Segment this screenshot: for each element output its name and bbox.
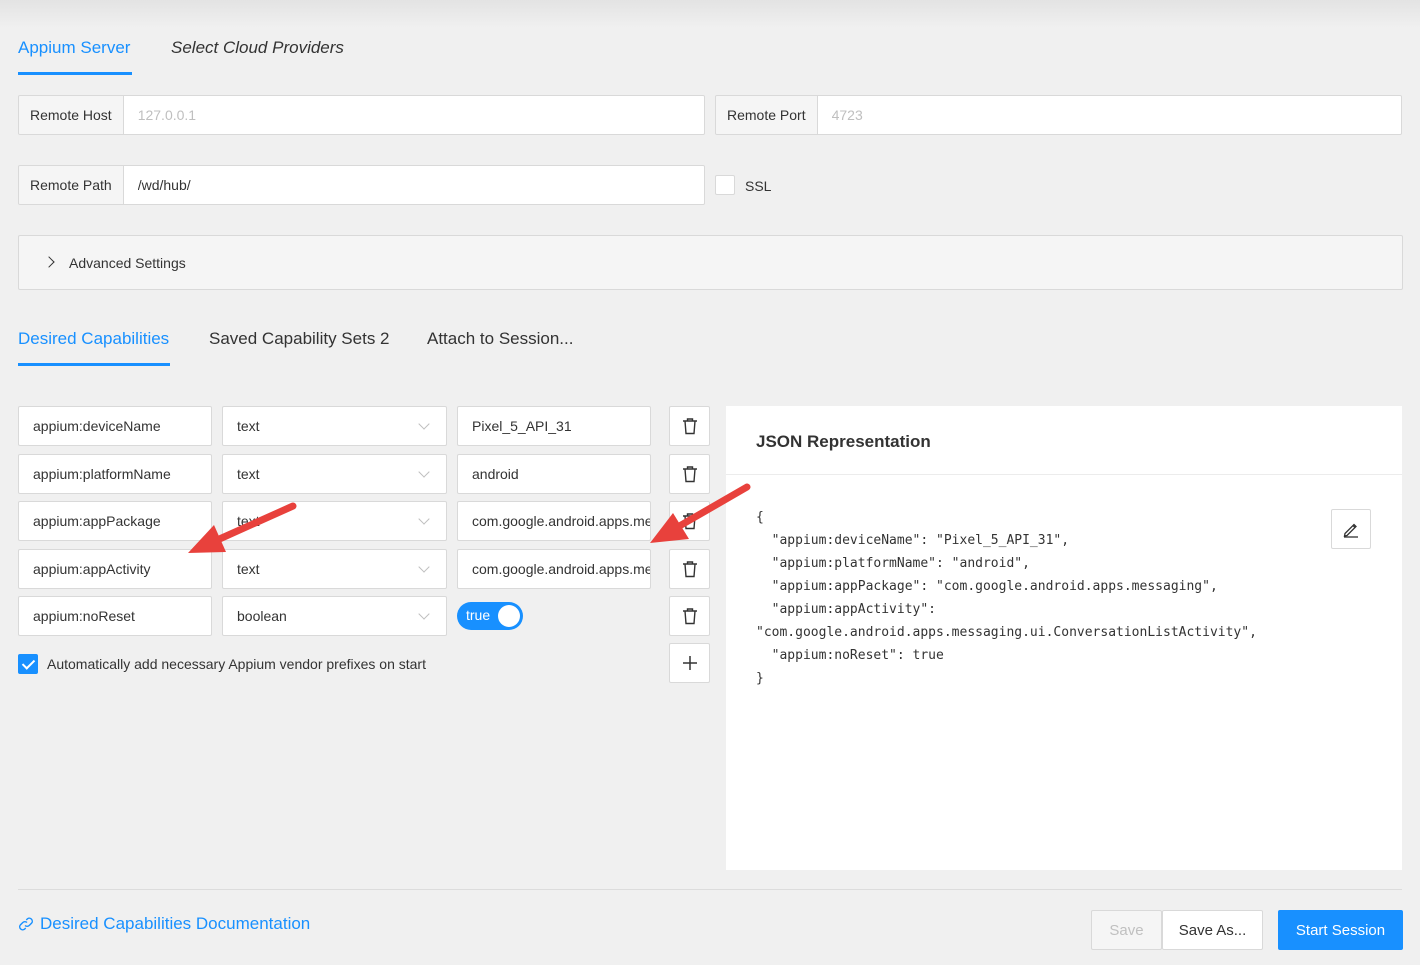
tab-active-underline	[18, 363, 170, 366]
chevron-down-icon	[418, 561, 430, 573]
chevron-down-icon	[418, 466, 430, 478]
delete-capability-button[interactable]	[669, 501, 710, 541]
capability-value-input[interactable]: android	[457, 454, 651, 494]
remote-host-group: Remote Host	[18, 95, 705, 135]
capability-value-input[interactable]: com.google.android.apps.messaging	[457, 501, 651, 541]
capability-name-input[interactable]: appium:appPackage	[18, 501, 212, 541]
tab-attach-to-session[interactable]: Attach to Session...	[427, 329, 573, 349]
ssl-label: SSL	[745, 178, 772, 194]
noreset-toggle[interactable]: true	[457, 602, 523, 630]
capability-type-value: text	[237, 561, 260, 577]
tab-active-underline	[18, 72, 132, 75]
footer-divider	[18, 889, 1402, 890]
tab-saved-capability-sets[interactable]: Saved Capability Sets 2	[209, 329, 390, 349]
trash-icon	[682, 561, 697, 578]
capability-value-input[interactable]: Pixel_5_API_31	[457, 406, 651, 446]
trash-icon	[682, 418, 697, 435]
tab-select-cloud-providers[interactable]: Select Cloud Providers	[171, 38, 344, 58]
delete-capability-button[interactable]	[669, 454, 710, 494]
json-representation-panel: JSON Representation { "appium:deviceName…	[726, 406, 1402, 870]
start-session-button[interactable]: Start Session	[1278, 910, 1403, 950]
delete-capability-button[interactable]	[669, 549, 710, 589]
tab-appium-server[interactable]: Appium Server	[18, 38, 130, 58]
link-icon	[19, 917, 33, 931]
delete-capability-button[interactable]	[669, 406, 710, 446]
capability-type-value: text	[237, 466, 260, 482]
advanced-settings-title: Advanced Settings	[69, 255, 186, 271]
capability-type-select[interactable]: text	[222, 406, 447, 446]
remote-host-input[interactable]	[123, 96, 704, 134]
chevron-down-icon	[418, 513, 430, 525]
auto-prefix-checkbox[interactable]	[18, 654, 38, 674]
chevron-down-icon	[418, 608, 430, 620]
save-as-button[interactable]: Save As...	[1162, 910, 1263, 950]
capability-name-input[interactable]: appium:platformName	[18, 454, 212, 494]
json-code: { "appium:deviceName": "Pixel_5_API_31",…	[756, 510, 1257, 686]
remote-path-group: Remote Path	[18, 165, 705, 205]
remote-port-input[interactable]	[817, 96, 1401, 134]
edit-json-button[interactable]	[1331, 509, 1371, 549]
save-button[interactable]: Save	[1091, 910, 1162, 950]
add-capability-button[interactable]	[669, 643, 710, 683]
json-divider	[726, 474, 1402, 475]
remote-path-label: Remote Path	[19, 166, 124, 204]
plus-icon	[682, 656, 697, 670]
capability-name-input[interactable]: appium:noReset	[18, 596, 212, 636]
remote-port-label: Remote Port	[716, 96, 818, 134]
trash-icon	[682, 608, 697, 625]
capability-type-value: boolean	[237, 608, 287, 624]
chevron-right-icon	[43, 256, 55, 268]
capability-type-select[interactable]: text	[222, 454, 447, 494]
capability-name-input[interactable]: appium:appActivity	[18, 549, 212, 589]
toggle-knob	[498, 605, 520, 627]
advanced-settings-panel[interactable]: Advanced Settings	[18, 235, 1403, 290]
tab-desired-capabilities[interactable]: Desired Capabilities	[18, 329, 169, 349]
capability-type-select[interactable]: text	[222, 549, 447, 589]
toggle-label: true	[466, 607, 491, 623]
capability-name-input[interactable]: appium:deviceName	[18, 406, 212, 446]
capability-type-value: text	[237, 513, 260, 529]
capability-value-input[interactable]: com.google.android.apps.messaging.ui.Con…	[457, 549, 651, 589]
auto-prefix-label: Automatically add necessary Appium vendo…	[47, 656, 426, 672]
remote-path-input[interactable]	[123, 166, 704, 204]
capability-type-select[interactable]: text	[222, 501, 447, 541]
doc-link[interactable]: Desired Capabilities Documentation	[18, 914, 310, 934]
json-panel-title: JSON Representation	[756, 432, 931, 451]
pencil-icon	[1343, 523, 1358, 538]
remote-host-label: Remote Host	[19, 96, 124, 134]
capability-type-value: text	[237, 418, 260, 434]
remote-port-group: Remote Port	[715, 95, 1402, 135]
doc-link-text: Desired Capabilities Documentation	[40, 914, 311, 933]
top-shade	[0, 0, 1420, 28]
trash-icon	[682, 466, 697, 483]
capability-type-select[interactable]: boolean	[222, 596, 447, 636]
chevron-down-icon	[418, 418, 430, 430]
trash-icon	[682, 513, 697, 530]
delete-capability-button[interactable]	[669, 596, 710, 636]
ssl-checkbox[interactable]	[715, 175, 735, 195]
